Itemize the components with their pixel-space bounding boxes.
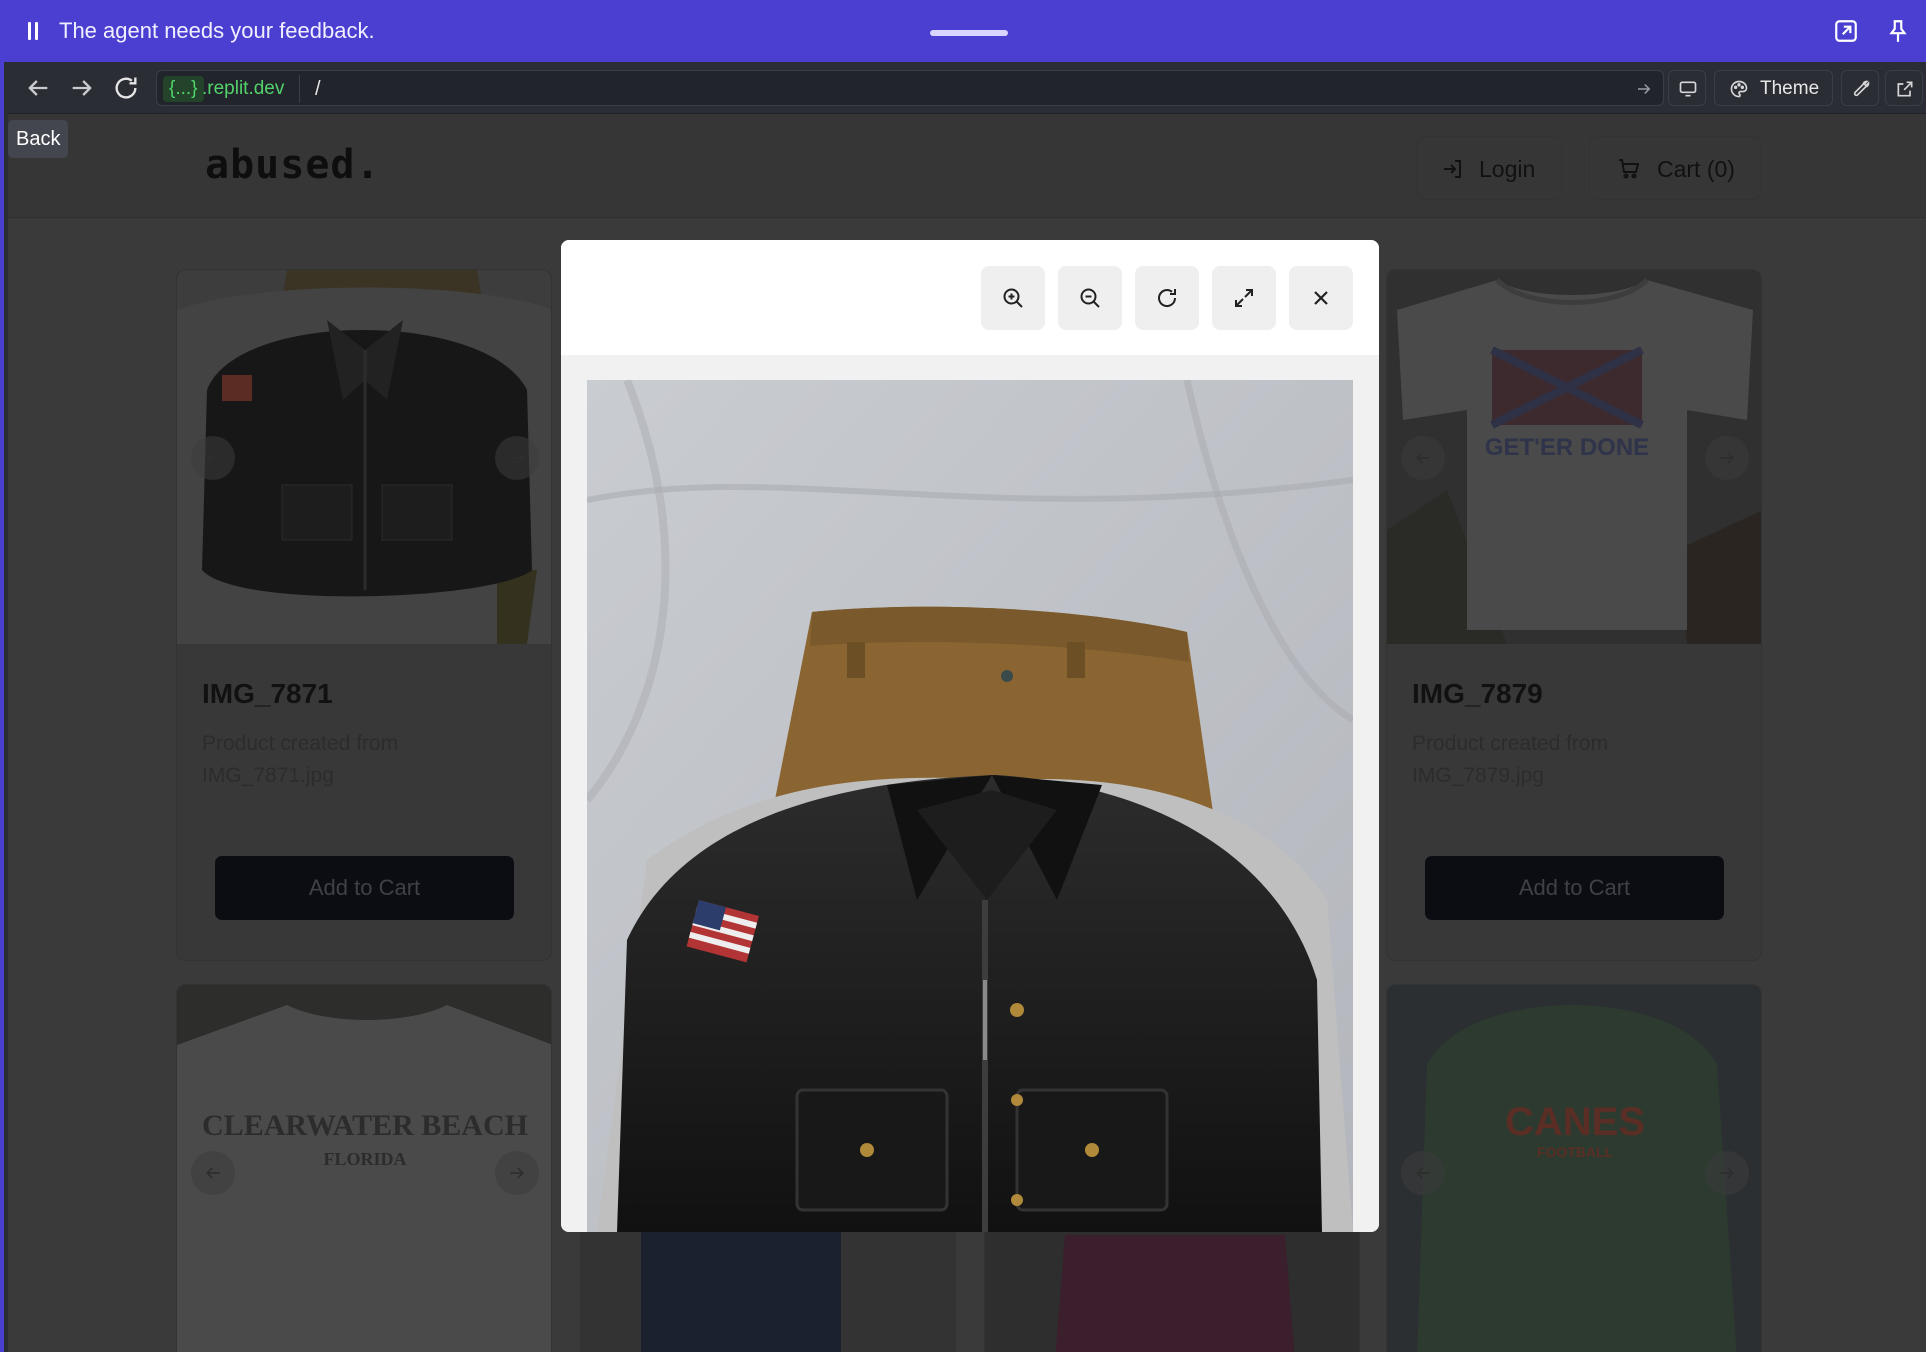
product-card: CANES FOOTBALL bbox=[1386, 984, 1762, 1352]
back-arrow-icon[interactable] bbox=[24, 74, 52, 102]
image-viewer-modal bbox=[561, 240, 1379, 1232]
close-icon bbox=[1314, 291, 1328, 305]
monitor-icon bbox=[1679, 81, 1697, 97]
product-description: Product created from IMG_7871.jpg bbox=[202, 732, 399, 787]
product-card: GET'ER DONE IMG_7879 Product created fro… bbox=[1386, 269, 1762, 961]
go-arrow-icon[interactable] bbox=[1635, 80, 1653, 98]
rotate-icon bbox=[1158, 289, 1177, 307]
add-to-cart-button[interactable]: Add to Cart bbox=[215, 856, 514, 920]
prev-image-button[interactable] bbox=[1401, 1151, 1445, 1195]
close-button[interactable] bbox=[1289, 266, 1353, 330]
palette-icon bbox=[1730, 80, 1748, 98]
shirt-print-text: GET'ER DONE bbox=[1485, 434, 1649, 461]
url-path: / bbox=[315, 78, 321, 100]
next-image-button[interactable] bbox=[495, 1151, 539, 1195]
back-tooltip: Back bbox=[8, 120, 69, 158]
chevron-left-icon bbox=[1415, 1167, 1430, 1179]
url-separator bbox=[299, 75, 300, 103]
chevron-right-icon bbox=[1720, 452, 1735, 464]
pin-icon[interactable] bbox=[1885, 18, 1911, 44]
devtools-button[interactable] bbox=[1841, 70, 1879, 106]
device-preview-button[interactable] bbox=[1668, 70, 1706, 106]
theme-label: Theme bbox=[1760, 78, 1820, 99]
open-new-tab-button[interactable] bbox=[1885, 70, 1923, 106]
chevron-right-icon bbox=[1720, 1167, 1735, 1179]
hoodie-print-text: CANES bbox=[1505, 1100, 1645, 1144]
agent-feedback-bar: The agent needs your feedback. bbox=[4, 0, 1926, 62]
cart-label: Cart (0) bbox=[1657, 156, 1735, 182]
product-title: IMG_7879 bbox=[1412, 678, 1543, 709]
sweatshirt-print-subtext: FLORIDA bbox=[323, 1149, 406, 1169]
product-description: Product created from IMG_7879.jpg bbox=[1412, 732, 1609, 787]
prev-image-button[interactable] bbox=[1401, 436, 1445, 480]
site-logo[interactable]: abused. bbox=[205, 142, 381, 188]
viewer-toolbar bbox=[561, 240, 1379, 355]
chevron-left-icon bbox=[205, 1167, 220, 1179]
chevron-left-icon bbox=[1415, 452, 1430, 464]
sweatshirt-print-text: CLEARWATER BEACH bbox=[202, 1109, 528, 1142]
agent-message: The agent needs your feedback. bbox=[59, 18, 375, 43]
prev-image-button[interactable] bbox=[191, 436, 235, 480]
prev-image-button[interactable] bbox=[191, 1151, 235, 1195]
fullscreen-button[interactable] bbox=[1212, 266, 1276, 330]
cart-icon bbox=[1619, 159, 1640, 179]
zoom-in-button[interactable] bbox=[981, 266, 1045, 330]
login-icon bbox=[1444, 160, 1461, 178]
browser-toolbar: {...} .replit.dev / Theme bbox=[8, 62, 1926, 114]
chevron-left-icon bbox=[205, 452, 220, 464]
product-card: CLEARWATER BEACH FLORIDA bbox=[176, 984, 552, 1352]
url-bar[interactable]: {...} .replit.dev / bbox=[156, 70, 1664, 106]
next-image-button[interactable] bbox=[495, 436, 539, 480]
open-external-icon[interactable] bbox=[1833, 18, 1859, 44]
reload-icon[interactable] bbox=[112, 74, 140, 102]
hoodie-print-subtext: FOOTBALL bbox=[1537, 1144, 1614, 1160]
forward-arrow-icon[interactable] bbox=[68, 74, 96, 102]
drag-handle[interactable] bbox=[930, 30, 1008, 36]
external-link-icon bbox=[1897, 81, 1913, 97]
next-image-button[interactable] bbox=[1705, 1151, 1749, 1195]
next-image-button[interactable] bbox=[1705, 436, 1749, 480]
cart-button[interactable]: Cart (0) bbox=[1589, 136, 1761, 200]
pause-icon[interactable] bbox=[26, 20, 40, 42]
wrench-icon bbox=[1853, 80, 1870, 97]
zoom-out-button[interactable] bbox=[1058, 266, 1122, 330]
login-button[interactable]: Login bbox=[1416, 136, 1562, 200]
zoom-in-icon bbox=[1003, 288, 1023, 308]
site-header: abused. Login Cart (0) bbox=[8, 114, 1926, 218]
url-domain-chip: {...} bbox=[163, 76, 204, 102]
url-domain: .replit.dev bbox=[202, 78, 285, 99]
product-card: IMG_7871 Product created from IMG_7871.j… bbox=[176, 269, 552, 961]
login-label: Login bbox=[1479, 156, 1536, 182]
chevron-right-icon bbox=[510, 1167, 525, 1179]
browser-frame: The agent needs your feedback. {...} .re… bbox=[0, 0, 1926, 1352]
zoom-out-icon bbox=[1080, 288, 1100, 308]
product-title: IMG_7871 bbox=[202, 678, 333, 709]
expand-icon bbox=[1235, 289, 1253, 307]
product-photo[interactable] bbox=[587, 380, 1353, 1232]
add-to-cart-button[interactable]: Add to Cart bbox=[1425, 856, 1724, 920]
rotate-button[interactable] bbox=[1135, 266, 1199, 330]
theme-button[interactable]: Theme bbox=[1714, 70, 1833, 106]
chevron-right-icon bbox=[510, 452, 525, 464]
